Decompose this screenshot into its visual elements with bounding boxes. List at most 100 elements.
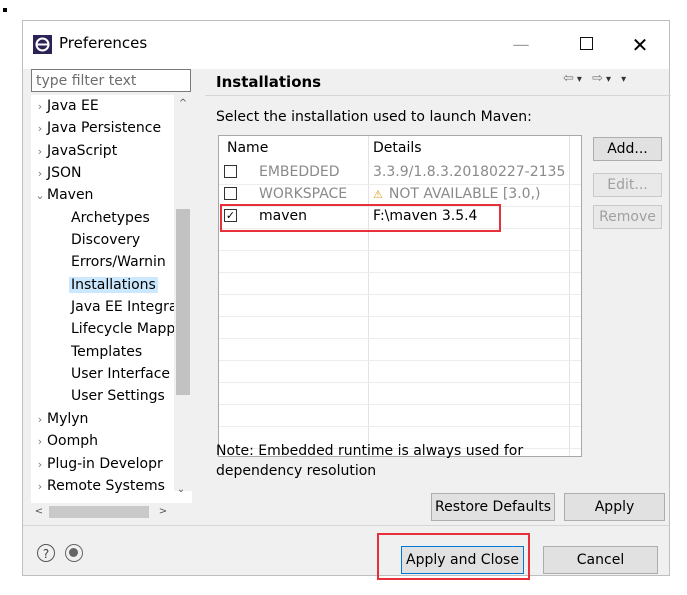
installation-details: NOT AVAILABLE [3.0,) <box>388 186 541 202</box>
tree-item-json[interactable]: › JSON <box>31 162 82 184</box>
tree-item-maven[interactable]: ⌄ Maven <box>31 184 93 206</box>
tree-item-discovery[interactable]: Discovery <box>71 229 140 251</box>
expand-arrow-icon[interactable]: › <box>33 431 47 453</box>
expand-arrow-icon[interactable]: › <box>33 476 47 498</box>
table-row-empty <box>219 338 581 361</box>
table-row-empty <box>219 360 581 383</box>
tree-item-mylyn[interactable]: › Mylyn <box>31 408 89 431</box>
installation-name: EMBEDDED <box>259 164 340 180</box>
tree-item-java-ee-integration[interactable]: Java EE Integra <box>71 296 178 318</box>
tree-item-plugin-development[interactable]: › Plug-in Developr <box>31 453 163 475</box>
scroll-left-icon[interactable]: < <box>31 503 47 521</box>
expand-arrow-icon[interactable]: › <box>33 454 47 476</box>
tree-item-label: Plug-in Developr <box>47 456 163 472</box>
title-bar: Preferences — ✕ <box>23 21 669 69</box>
expand-arrow-icon[interactable]: › <box>33 163 47 185</box>
eclipse-app-icon <box>33 35 52 54</box>
row-checkbox[interactable] <box>224 165 237 178</box>
maximize-button[interactable] <box>566 29 606 61</box>
filter-input[interactable] <box>31 69 191 92</box>
tree-item-label: Discovery <box>71 232 141 248</box>
installation-name: maven <box>259 208 307 224</box>
collapse-arrow-icon[interactable]: ⌄ <box>33 185 47 207</box>
cancel-button[interactable]: Cancel <box>543 546 658 574</box>
preferences-window: Preferences — ✕ ›Java EE ›Java Persisten… <box>22 20 671 580</box>
row-checkbox[interactable] <box>224 187 237 200</box>
tree-item-java-ee[interactable]: › Java EE <box>31 95 99 117</box>
table-row-empty <box>219 404 581 427</box>
installation-name: WORKSPACE <box>259 186 348 202</box>
close-button[interactable]: ✕ <box>620 29 660 61</box>
edit-button[interactable]: Edit... <box>593 173 662 197</box>
scroll-down-icon[interactable]: ⌄ <box>172 481 190 499</box>
tree-item-label: Remote Systems <box>47 478 165 494</box>
back-dropdown-icon[interactable]: ▾ <box>577 74 585 85</box>
remove-button[interactable]: Remove <box>593 205 662 229</box>
scroll-up-icon[interactable]: ^ <box>174 95 192 113</box>
installations-description: Select the installation used to launch M… <box>216 109 532 125</box>
tree-item-javascript[interactable]: › JavaScript <box>31 140 117 162</box>
tree-item-lifecycle-mappings[interactable]: Lifecycle Mapp <box>71 318 175 340</box>
tree-item-label: Errors/Warnin <box>71 254 166 270</box>
tree-item-label: Maven <box>47 187 94 203</box>
apply-button[interactable]: Apply <box>564 493 665 521</box>
tree-item-label: Java Persistence <box>47 120 162 136</box>
expand-arrow-icon[interactable]: › <box>33 96 47 118</box>
installation-details: F:\maven 3.5.4 <box>373 208 478 224</box>
scrollbar-thumb[interactable] <box>49 506 149 518</box>
table-row-empty <box>219 250 581 273</box>
tree-item-remote-systems[interactable]: › Remote Systems <box>31 475 165 497</box>
back-arrow-icon[interactable]: ⇦ <box>563 71 577 86</box>
table-row[interactable]: EMBEDDED 3.3.9/1.8.3.20180227-2135 <box>219 162 581 185</box>
installations-table: Name Details EMBEDDED 3.3.9/1.8.3.201802… <box>218 135 582 457</box>
tree-item-label: Java EE Integra <box>71 299 178 315</box>
record-icon[interactable] <box>65 544 83 562</box>
expand-arrow-icon[interactable]: › <box>33 409 47 431</box>
tree-item-templates[interactable]: Templates <box>71 341 142 363</box>
tree-horizontal-scrollbar[interactable]: < > <box>31 503 192 521</box>
forward-dropdown-icon[interactable]: ▾ <box>606 74 614 85</box>
restore-defaults-button[interactable]: Restore Defaults <box>431 493 555 521</box>
tree-item-label: Java EE <box>47 98 99 114</box>
tree-item-errors-warnings[interactable]: Errors/Warnin <box>71 251 166 273</box>
tree-item-label: Oomph <box>47 433 98 449</box>
window-title: Preferences <box>59 34 148 52</box>
tree-item-installations[interactable]: Installations <box>69 274 158 296</box>
table-row-empty <box>219 272 581 295</box>
history-nav: ⇦▾ ⇨▾ ▾ <box>563 71 629 86</box>
expand-arrow-icon[interactable]: › <box>33 141 47 163</box>
view-menu-icon[interactable]: ▾ <box>621 74 629 85</box>
header-divider <box>205 95 671 96</box>
column-header-name[interactable]: Name <box>227 140 268 156</box>
tree-item-java-persistence[interactable]: › Java Persistence <box>31 117 161 139</box>
add-button[interactable]: Add... <box>593 137 662 161</box>
tree-item-label: Installations <box>69 277 158 293</box>
table-row-empty <box>219 228 581 251</box>
tree-item-label: Mylyn <box>47 411 89 427</box>
tree-item-user-settings[interactable]: User Settings <box>71 385 165 407</box>
scroll-right-icon[interactable]: > <box>155 503 171 521</box>
table-row[interactable]: ✓ maven F:\maven 3.5.4 <box>219 206 581 229</box>
maximize-icon <box>579 37 593 50</box>
tree-item-archetypes[interactable]: Archetypes <box>71 207 150 229</box>
expand-arrow-icon[interactable]: › <box>33 118 47 140</box>
footer-divider <box>23 525 669 526</box>
help-icon[interactable]: ? <box>37 544 55 562</box>
forward-arrow-icon[interactable]: ⇨ <box>592 71 606 86</box>
table-row[interactable]: WORKSPACE ⚠ NOT AVAILABLE [3.0,) <box>219 184 581 207</box>
tree-item-label: Lifecycle Mapp <box>71 321 176 337</box>
column-header-details[interactable]: Details <box>373 140 422 156</box>
tree-item-label: Archetypes <box>71 210 150 226</box>
table-row-empty <box>219 294 581 317</box>
minimize-button[interactable]: — <box>501 29 541 61</box>
scrollbar-thumb[interactable] <box>176 209 190 395</box>
row-checkbox-checked[interactable]: ✓ <box>224 209 237 222</box>
table-row-empty <box>219 316 581 339</box>
tree-item-user-interface[interactable]: User Interface <box>71 363 170 385</box>
installation-details-cell: ⚠ NOT AVAILABLE [3.0,) <box>373 186 540 202</box>
embedded-runtime-note: Note: Embedded runtime is always used fo… <box>216 443 524 479</box>
tree-item-label: JavaScript <box>47 143 118 159</box>
apply-and-close-button[interactable]: Apply and Close <box>401 546 524 574</box>
tree-item-oomph[interactable]: › Oomph <box>31 430 98 452</box>
tree-vertical-scrollbar[interactable]: ^ <box>174 95 192 491</box>
